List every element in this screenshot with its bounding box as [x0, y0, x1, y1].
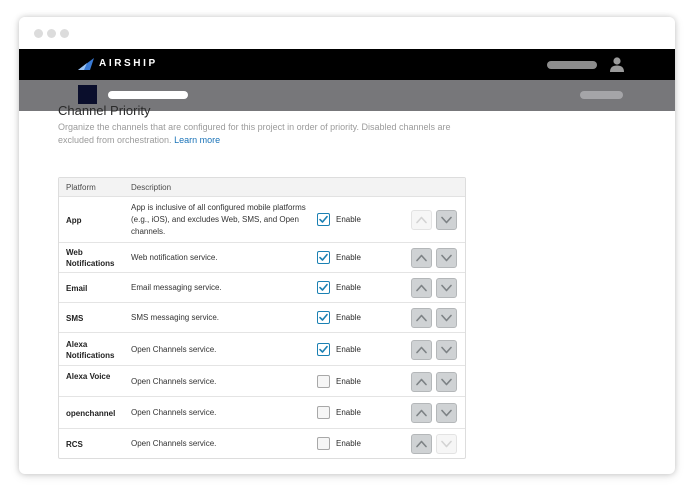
- enable-checkbox[interactable]: [317, 374, 330, 388]
- description-cell: App is inclusive of all configured mobil…: [131, 203, 306, 236]
- platform-cell: SMS: [66, 313, 84, 323]
- enable-checkbox[interactable]: [317, 406, 330, 419]
- airship-logo-icon: [78, 58, 94, 70]
- move-down-button[interactable]: [436, 308, 457, 328]
- table-row: Web Notifications Web notification servic…: [59, 243, 465, 273]
- description-cell: Open Channels service.: [131, 376, 217, 386]
- table-row: Email Email messaging service. Enable: [59, 273, 465, 303]
- enable-checkbox[interactable]: [317, 281, 330, 294]
- description-column-header: Description: [131, 183, 172, 192]
- brand-logo[interactable]: AIRSHIP: [78, 58, 158, 70]
- platform-cell: Alexa Voice: [66, 371, 111, 381]
- page-description: Organize the channels that are configure…: [58, 121, 466, 147]
- enable-label: Enable: [336, 408, 361, 417]
- page-title: Channel Priority: [58, 103, 151, 118]
- window-dot-close[interactable]: [34, 29, 43, 38]
- platform-cell: openchannel: [66, 408, 116, 418]
- description-cell: Web notification service.: [131, 253, 218, 262]
- description-cell: SMS messaging service.: [131, 313, 220, 322]
- platform-cell: Web Notifications: [66, 248, 115, 268]
- move-up-button[interactable]: [411, 278, 432, 298]
- move-up-button[interactable]: [411, 434, 432, 454]
- description-cell: Open Channels service.: [131, 344, 217, 354]
- user-icon[interactable]: [609, 56, 625, 77]
- enable-label: Enable: [336, 439, 361, 448]
- table-row: Alexa Notifications Open Channels service…: [59, 333, 465, 366]
- move-down-button[interactable]: [436, 434, 457, 454]
- enable-checkbox[interactable]: [317, 342, 330, 356]
- platform-cell: RCS: [66, 439, 83, 449]
- window-dot-minimize[interactable]: [47, 29, 56, 38]
- move-down-button[interactable]: [436, 278, 457, 298]
- move-up-button[interactable]: [411, 339, 432, 360]
- brand-name: AIRSHIP: [99, 58, 158, 69]
- move-down-button[interactable]: [436, 210, 457, 230]
- enable-label: Enable: [336, 344, 361, 354]
- table-row: RCS Open Channels service. Enable: [59, 429, 465, 459]
- enable-checkbox[interactable]: [317, 213, 330, 226]
- description-cell: Open Channels service.: [131, 408, 217, 417]
- table-header: Platform Description: [59, 178, 465, 197]
- move-down-button[interactable]: [436, 371, 457, 392]
- window-chrome: [19, 17, 675, 49]
- top-navigation-bar: AIRSHIP: [19, 49, 675, 80]
- table-row: App App is inclusive of all configured mo…: [59, 197, 465, 243]
- enable-label: Enable: [336, 376, 361, 386]
- move-down-button[interactable]: [436, 248, 457, 268]
- enable-label: Enable: [336, 215, 361, 224]
- enable-checkbox[interactable]: [317, 251, 330, 264]
- platform-column-header: Platform: [66, 183, 96, 192]
- table-row: Alexa Voice Open Channels service. Enable: [59, 366, 465, 397]
- page-header: Channel Priority Organize the channels t…: [58, 103, 478, 147]
- description-cell: Email messaging service.: [131, 283, 222, 292]
- account-menu-placeholder[interactable]: [547, 61, 597, 69]
- description-cell: Open Channels service.: [131, 439, 217, 448]
- table-row: openchannel Open Channels service. Enable: [59, 397, 465, 429]
- enable-label: Enable: [336, 253, 361, 262]
- platform-cell: Email: [66, 283, 88, 293]
- move-down-button[interactable]: [436, 339, 457, 360]
- move-up-button[interactable]: [411, 210, 432, 230]
- move-up-button[interactable]: [411, 403, 432, 423]
- page-description-text: Organize the channels that are configure…: [58, 122, 451, 145]
- table-row: SMS SMS messaging service. Enable: [59, 303, 465, 333]
- learn-more-link[interactable]: Learn more: [174, 135, 220, 145]
- enable-label: Enable: [336, 313, 361, 322]
- enable-label: Enable: [336, 283, 361, 292]
- project-action-placeholder[interactable]: [580, 91, 623, 99]
- move-up-button[interactable]: [411, 248, 432, 268]
- channel-priority-table: Platform Description App App is inclusive…: [58, 177, 466, 459]
- enable-checkbox[interactable]: [317, 437, 330, 450]
- move-up-button[interactable]: [411, 371, 432, 392]
- enable-checkbox[interactable]: [317, 311, 330, 324]
- window-dot-maximize[interactable]: [60, 29, 69, 38]
- platform-cell: Alexa Notifications: [66, 339, 115, 360]
- project-avatar[interactable]: [78, 85, 97, 104]
- move-up-button[interactable]: [411, 308, 432, 328]
- project-name-placeholder[interactable]: [108, 91, 188, 99]
- platform-cell: App: [66, 215, 82, 225]
- move-down-button[interactable]: [436, 403, 457, 423]
